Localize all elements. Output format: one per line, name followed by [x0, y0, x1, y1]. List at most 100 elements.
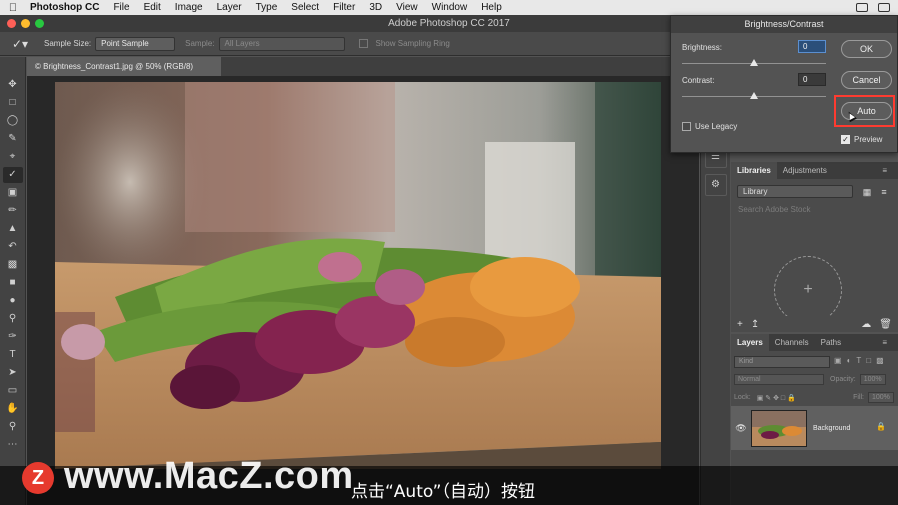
subtitle-caption: 点击“Auto”（自动）按钮 [351, 482, 535, 502]
watermark-logo: Z [22, 462, 54, 494]
path-select-icon[interactable]: ➤ [3, 365, 23, 381]
window-controls [7, 19, 44, 28]
libraries-panel-icon[interactable]: ⚙ [704, 174, 727, 196]
use-legacy-label: Use Legacy [695, 122, 738, 131]
eyedropper-tool-icon[interactable]: ✓▾ [0, 37, 40, 51]
sample-size-select[interactable]: Point Sample [95, 36, 176, 51]
battery-icon[interactable] [878, 3, 890, 12]
lasso-tool-icon[interactable]: ◯ [3, 113, 23, 129]
tab-libraries[interactable]: Libraries [731, 162, 777, 179]
contrast-input[interactable]: 0 [798, 73, 826, 86]
close-window-icon[interactable] [7, 19, 16, 28]
quick-select-tool-icon[interactable]: ✎ [3, 131, 23, 147]
pixel-filter-icon[interactable]: ▣ [834, 356, 842, 365]
pen-tool-icon[interactable]: ✑ [3, 329, 23, 345]
menu-image[interactable]: Image [168, 2, 210, 13]
tab-channels[interactable]: Channels [769, 334, 815, 351]
add-content-icon[interactable]: + [737, 319, 743, 330]
tools-panel: ✥ □ ◯ ✎ ⌖ ✓ ▣ ✏ ▲ ↶ ▩ ■ ● ⚲ ✑ T ➤ ▭ ✋ ⚲ … [0, 57, 26, 505]
preview-checkbox[interactable]: ✓ [841, 135, 850, 144]
document-image[interactable] [55, 82, 661, 469]
ok-button[interactable]: OK [841, 40, 892, 58]
menu-edit[interactable]: Edit [137, 2, 168, 13]
document-tab[interactable]: © Brightness_Contrast1.jpg @ 50% (RGB/8) [27, 57, 221, 76]
apple-icon[interactable]:  [0, 2, 26, 14]
type-filter-icon[interactable]: T [856, 356, 861, 365]
trash-icon[interactable]: 🗑 [879, 319, 898, 330]
layers-menu-icon[interactable]: ≡ [876, 334, 893, 351]
document-title: © Brightness_Contrast1.jpg @ 50% (RGB/8) [35, 62, 194, 71]
menu-3d[interactable]: 3D [362, 2, 389, 13]
list-view-icon[interactable]: ≡ [878, 186, 890, 198]
library-select[interactable]: Library [737, 185, 853, 198]
minimize-window-icon[interactable] [21, 19, 30, 28]
display-icon[interactable] [856, 3, 868, 12]
marquee-tool-icon[interactable]: □ [3, 95, 23, 111]
healing-brush-icon[interactable]: ▣ [3, 185, 23, 201]
libraries-tabs: Libraries Adjustments ≡ [731, 162, 898, 179]
sampling-ring-checkbox[interactable] [358, 39, 368, 48]
menu-app-name[interactable]: Photoshop CC [26, 2, 106, 13]
shape-filter-icon[interactable]: □ [866, 356, 871, 365]
gradient-tool-icon[interactable]: ■ [3, 275, 23, 291]
history-brush-icon[interactable]: ↶ [3, 239, 23, 255]
shape-tool-icon[interactable]: ▭ [3, 383, 23, 399]
more-tools-icon[interactable]: ⋯ [3, 437, 23, 453]
grid-view-icon[interactable]: ▦ [861, 186, 873, 198]
panel-menu-icon[interactable]: ≡ [876, 162, 893, 179]
zoom-tool-icon[interactable]: ⚲ [3, 419, 23, 435]
move-tool-icon[interactable]: ✥ [3, 77, 23, 93]
crop-tool-icon[interactable]: ⌖ [3, 149, 23, 165]
menu-help[interactable]: Help [474, 2, 509, 13]
adjustment-filter-icon[interactable]: ◐ [847, 356, 852, 365]
layer-kind-filter[interactable]: Kind [734, 356, 830, 368]
brightness-slider-thumb[interactable] [750, 59, 758, 66]
menu-window[interactable]: Window [425, 2, 475, 13]
watermark-text: www.MacZ.com [64, 455, 354, 497]
tab-paths[interactable]: Paths [815, 334, 847, 351]
blend-opacity-row: Normal Opacity: 100% [731, 373, 898, 386]
use-legacy-checkbox[interactable] [682, 122, 691, 131]
tab-layers[interactable]: Layers [731, 334, 769, 351]
sample-size-label: Sample Size: [44, 39, 92, 48]
menu-select[interactable]: Select [284, 2, 326, 13]
lock-icons[interactable]: ▣ ✎ ✥ □ 🔒 [757, 394, 796, 402]
upload-icon[interactable]: ↥ [751, 319, 759, 330]
brightness-input[interactable]: 0 [798, 40, 826, 53]
zoom-window-icon[interactable] [35, 19, 44, 28]
cancel-button[interactable]: Cancel [841, 71, 892, 89]
visibility-eye-icon[interactable]: 👁 [731, 423, 751, 434]
stock-search-input[interactable]: Search Adobe Stock [734, 204, 892, 216]
layer-name: Background [813, 424, 851, 432]
type-tool-icon[interactable]: T [3, 347, 23, 363]
sample-select[interactable]: All Layers [218, 36, 345, 51]
contrast-slider-thumb[interactable] [750, 92, 758, 99]
layer-row-background[interactable]: 👁 Background 🔒 [731, 406, 898, 450]
fill-input[interactable]: 100% [868, 392, 894, 403]
menu-filter[interactable]: Filter [326, 2, 362, 13]
menu-layer[interactable]: Layer [210, 2, 249, 13]
hand-tool-icon[interactable]: ✋ [3, 401, 23, 417]
clone-stamp-icon[interactable]: ▲ [3, 221, 23, 237]
menu-extras [856, 0, 890, 15]
eraser-tool-icon[interactable]: ▩ [3, 257, 23, 273]
brightness-label: Brightness: [682, 43, 723, 52]
eyedropper-tool-icon[interactable]: ✓ [2, 167, 23, 183]
library-drop-zone[interactable]: + [774, 256, 842, 324]
opacity-label: Opacity: [830, 376, 856, 383]
menu-view[interactable]: View [389, 2, 425, 13]
opacity-input[interactable]: 100% [859, 374, 886, 385]
brush-tool-icon[interactable]: ✏ [3, 203, 23, 219]
menu-type[interactable]: Type [249, 2, 285, 13]
blur-tool-icon[interactable]: ● [3, 293, 23, 309]
lock-fill-row: Lock: ▣ ✎ ✥ □ 🔒 Fill: 100% [731, 391, 898, 404]
auto-highlight-box [834, 95, 895, 127]
smart-filter-icon[interactable]: ▩ [876, 356, 884, 365]
tab-adjustments[interactable]: Adjustments [777, 162, 833, 179]
menu-file[interactable]: File [106, 2, 136, 13]
blend-mode-select[interactable]: Normal [734, 374, 824, 385]
cloud-sync-icon[interactable]: ☁ [861, 319, 871, 330]
libraries-footer: + ↥ ☁ 🗑 [731, 316, 898, 332]
sample-label: Sample: [185, 39, 215, 48]
dodge-tool-icon[interactable]: ⚲ [3, 311, 23, 327]
